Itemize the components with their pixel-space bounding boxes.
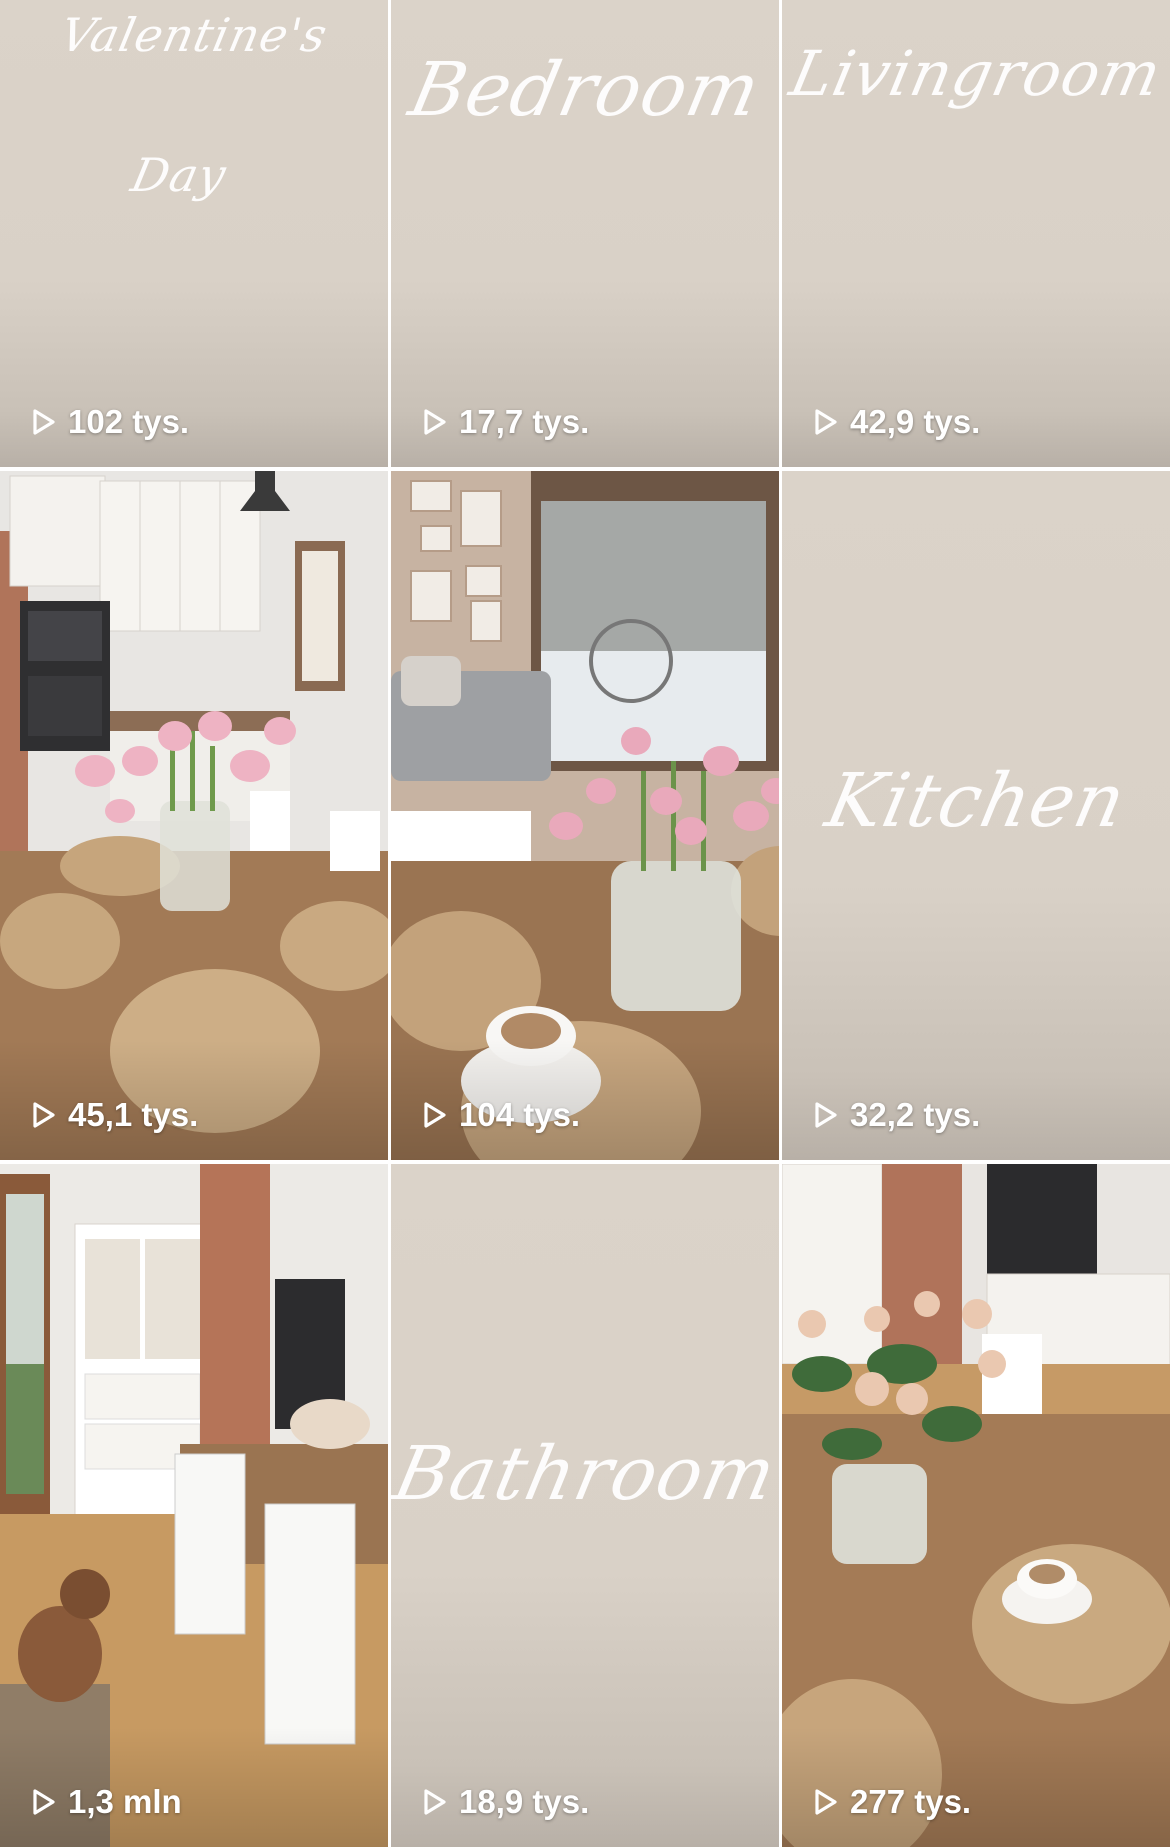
view-count-label: 32,2 tys.	[850, 1096, 981, 1133]
view-count-label: 277 tys.	[850, 1783, 972, 1820]
view-count: 102 tys.	[28, 403, 189, 441]
view-count-label: 17,7 tys.	[459, 403, 590, 440]
view-count-label: 45,1 tys.	[68, 1096, 199, 1133]
play-icon	[810, 407, 840, 437]
view-count: 17,7 tys.	[419, 403, 589, 441]
reel-tile-kitchen[interactable]: Kitchen 32,2 tys.	[782, 471, 1170, 1160]
cover-title-line-2: Day	[126, 148, 232, 202]
reels-grid: Valentine's Day 102 tys. Bedroom 17,7 ty…	[0, 0, 1170, 1847]
view-count: 45,1 tys.	[28, 1096, 198, 1134]
view-count-label: 18,9 tys.	[459, 1783, 590, 1820]
reel-tile-dining-room[interactable]: 1,3 mln	[0, 1164, 388, 1847]
reel-tile-livingroom[interactable]: Livingroom 42,9 tys.	[782, 0, 1170, 467]
reel-tile-bathroom[interactable]: Bathroom 18,9 tys.	[391, 1164, 779, 1847]
play-icon	[810, 1787, 840, 1817]
reel-tile-valentines-day[interactable]: Valentine's Day 102 tys.	[0, 0, 388, 467]
play-icon	[28, 1787, 58, 1817]
cover-title: Bathroom	[391, 1431, 779, 1517]
play-icon	[419, 407, 449, 437]
view-count-label: 102 tys.	[68, 403, 190, 440]
play-icon	[28, 407, 58, 437]
view-count: 42,9 tys.	[810, 403, 980, 441]
view-count: 18,9 tys.	[419, 1783, 589, 1821]
view-count-label: 104 tys.	[459, 1096, 581, 1133]
play-icon	[419, 1787, 449, 1817]
view-count: 277 tys.	[810, 1783, 971, 1821]
cover-title: Bedroom	[402, 47, 768, 133]
view-count: 1,3 mln	[28, 1783, 182, 1821]
play-icon	[28, 1100, 58, 1130]
play-icon	[419, 1100, 449, 1130]
reel-tile-kitchen-tulips[interactable]: 45,1 tys.	[0, 471, 388, 1160]
view-count-label: 1,3 mln	[68, 1783, 182, 1820]
cover-title: Livingroom	[784, 37, 1169, 110]
reel-tile-bedroom[interactable]: Bedroom 17,7 tys.	[391, 0, 779, 467]
cover-title: Kitchen	[818, 758, 1134, 844]
reel-tile-roses-table[interactable]: 277 tys.	[782, 1164, 1170, 1847]
play-icon	[810, 1100, 840, 1130]
reel-tile-tulips-coffee[interactable]: 104 tys.	[391, 471, 779, 1160]
cover-title-line-1: Valentine's	[55, 8, 333, 62]
view-count-label: 42,9 tys.	[850, 403, 981, 440]
view-count: 32,2 tys.	[810, 1096, 980, 1134]
view-count: 104 tys.	[419, 1096, 580, 1134]
